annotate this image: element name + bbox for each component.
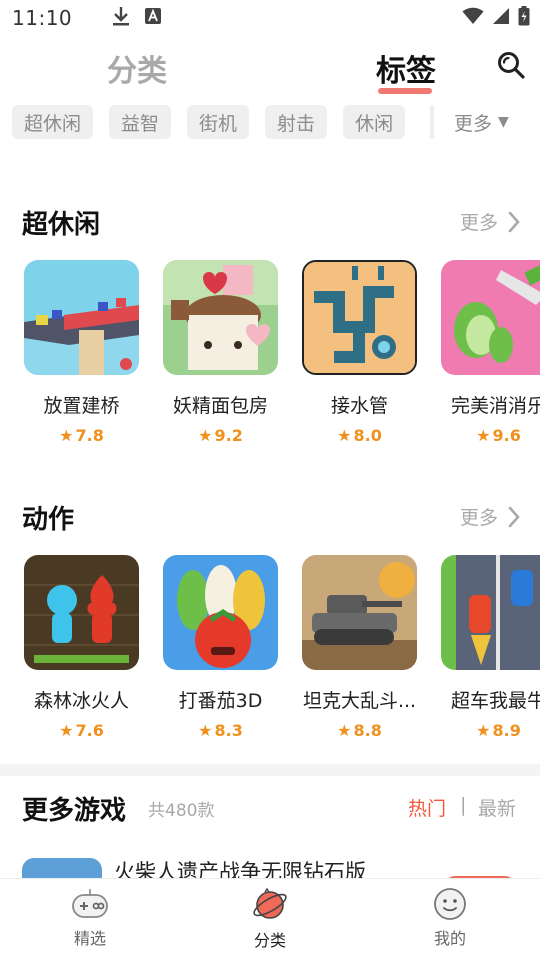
- game-card[interactable]: 完美消消乐 ★ 9.6: [441, 260, 540, 445]
- star-icon: ★: [337, 721, 352, 740]
- game-name: 坦克大乱斗...: [302, 690, 417, 712]
- game-icon-tomato: [163, 555, 278, 670]
- star-icon: ★: [198, 721, 213, 740]
- game-icon-tank: [302, 555, 417, 670]
- gamepad-icon: [72, 889, 108, 918]
- status-time: 11:10: [12, 6, 73, 30]
- triangle-down-icon: ▼: [498, 114, 509, 130]
- battery-icon: [518, 6, 530, 30]
- tags-more-dropdown[interactable]: 更多 ▼: [430, 105, 540, 139]
- tag-chip[interactable]: 街机: [187, 105, 250, 139]
- game-rating: ★ 7.8: [59, 426, 104, 445]
- smiley-icon: [434, 888, 466, 920]
- game-name: 完美消消乐: [450, 395, 540, 417]
- tag-chip[interactable]: 射击: [265, 105, 328, 139]
- download-icon: [112, 6, 130, 30]
- game-card[interactable]: 森林冰火人 ★ 7.6: [24, 555, 139, 740]
- game-name: 接水管: [330, 395, 388, 417]
- planet-icon: [253, 887, 287, 919]
- nav-label: 分类: [253, 931, 286, 950]
- star-icon: ★: [59, 721, 74, 740]
- tab-tags[interactable]: 标签: [376, 46, 436, 90]
- sort-separator: |: [460, 794, 467, 816]
- game-name: 超车我最牛: [450, 690, 540, 712]
- game-card[interactable]: 放置建桥 ★ 7.8: [24, 260, 139, 445]
- signal-icon: [492, 7, 510, 29]
- section-more-link[interactable]: 更多: [460, 208, 520, 235]
- game-rating: ★ 7.6: [59, 721, 104, 740]
- nav-featured[interactable]: 精选: [0, 879, 180, 960]
- game-icon-fire-ice: [24, 555, 139, 670]
- game-card[interactable]: 接水管 ★ 8.0: [302, 260, 417, 445]
- nav-mine[interactable]: 我的: [360, 879, 540, 960]
- game-rating: ★ 8.8: [337, 721, 382, 740]
- active-tab-indicator: [378, 88, 432, 94]
- game-icon-race: [441, 555, 540, 670]
- chevron-right-icon: [508, 211, 520, 232]
- game-icon-bridge: [24, 260, 139, 375]
- star-icon: ★: [198, 426, 213, 445]
- star-icon: ★: [476, 426, 491, 445]
- app-notification-icon: [144, 7, 162, 29]
- game-card[interactable]: 超车我最牛 ★ 8.9: [441, 555, 540, 740]
- game-card[interactable]: 坦克大乱斗... ★ 8.8: [302, 555, 417, 740]
- game-name: 打番茄3D: [178, 690, 263, 712]
- section-action: 动作 更多 森林冰火人 ★ 7.6 打番茄3D ★ 8.3 坦克大乱斗... ★…: [0, 495, 540, 745]
- top-tab-bar: 分类 标签: [0, 36, 540, 96]
- bottom-nav: 精选 分类 我的: [0, 878, 540, 960]
- game-rating: ★ 8.0: [337, 426, 382, 445]
- sort-hot-tab[interactable]: 热门: [408, 794, 446, 821]
- section-divider: [0, 764, 540, 776]
- more-games-count: 共480款: [148, 801, 215, 821]
- game-rating: ★ 9.6: [476, 426, 521, 445]
- game-icon-pipes: [302, 260, 417, 375]
- section-more-link[interactable]: 更多: [460, 503, 520, 530]
- section-super-casual: 超休闲 更多 放置建桥 ★ 7.8 妖精面包房 ★ 9.2 接水管 ★ 8.0 …: [0, 200, 540, 450]
- game-card[interactable]: 打番茄3D ★ 8.3: [163, 555, 278, 740]
- nav-category[interactable]: 分类: [180, 879, 360, 960]
- nav-label: 我的: [433, 929, 466, 948]
- nav-label: 精选: [73, 929, 106, 948]
- game-rating: ★ 8.9: [476, 721, 521, 740]
- game-name: 森林冰火人: [33, 690, 129, 712]
- game-name: 放置建桥: [43, 395, 120, 417]
- more-games-title: 更多游戏: [22, 796, 127, 826]
- status-bar: 11:10: [0, 0, 540, 36]
- section-more-label: 更多: [459, 507, 498, 529]
- chevron-right-icon: [508, 506, 520, 527]
- game-rating: ★ 8.3: [198, 721, 243, 740]
- tab-category[interactable]: 分类: [107, 46, 167, 90]
- game-card[interactable]: 妖精面包房 ★ 9.2: [163, 260, 278, 445]
- section-title: 动作: [22, 505, 75, 535]
- tag-chip[interactable]: 休闲: [343, 105, 406, 139]
- wifi-icon: [462, 7, 484, 29]
- star-icon: ★: [59, 426, 74, 445]
- game-icon-slice: [441, 260, 540, 375]
- sort-new-tab[interactable]: 最新: [478, 794, 516, 821]
- star-icon: ★: [476, 721, 491, 740]
- game-icon-bakery: [163, 260, 278, 375]
- tags-more-label: 更多: [454, 112, 493, 135]
- section-title: 超休闲: [22, 210, 101, 240]
- tag-chip[interactable]: 益智: [109, 105, 172, 139]
- more-games-section: 更多游戏 共480款 热门 | 最新 火柴人遗产战争无限钻石版: [0, 776, 540, 888]
- search-button[interactable]: [496, 50, 526, 80]
- game-name: 妖精面包房: [172, 395, 268, 417]
- game-rating: ★ 9.2: [198, 426, 243, 445]
- search-icon: [498, 52, 525, 79]
- tag-chip-row: 超休闲 益智 街机 射击 休闲: [12, 105, 406, 139]
- star-icon: ★: [337, 426, 352, 445]
- section-more-label: 更多: [459, 212, 498, 234]
- tag-chip[interactable]: 超休闲: [12, 105, 94, 139]
